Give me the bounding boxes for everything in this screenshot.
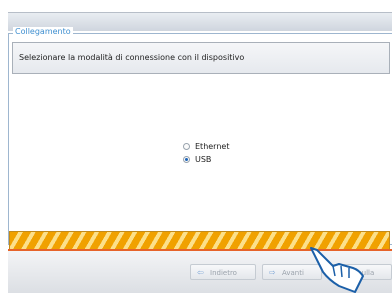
next-button-label: Avanti <box>282 269 304 277</box>
back-button[interactable]: ⇦ Indietro <box>190 264 256 280</box>
instruction-panel: Selezionare la modalità di connessione c… <box>12 42 390 74</box>
radio-ethernet[interactable] <box>183 143 190 150</box>
arrow-right-icon: ⇨ <box>269 268 276 277</box>
group-title: Collegamento <box>13 27 73 36</box>
instruction-text: Selezionare la modalità di connessione c… <box>19 53 245 62</box>
hand-cursor-icon <box>310 247 364 293</box>
connection-group: Collegamento Selezionare la modalità di … <box>8 27 392 251</box>
option-usb-label[interactable]: USB <box>195 155 211 164</box>
arrow-left-icon: ⇦ <box>197 268 204 277</box>
radio-usb[interactable] <box>183 156 190 163</box>
back-button-label: Indietro <box>210 269 237 277</box>
option-ethernet-label[interactable]: Ethernet <box>195 142 229 151</box>
